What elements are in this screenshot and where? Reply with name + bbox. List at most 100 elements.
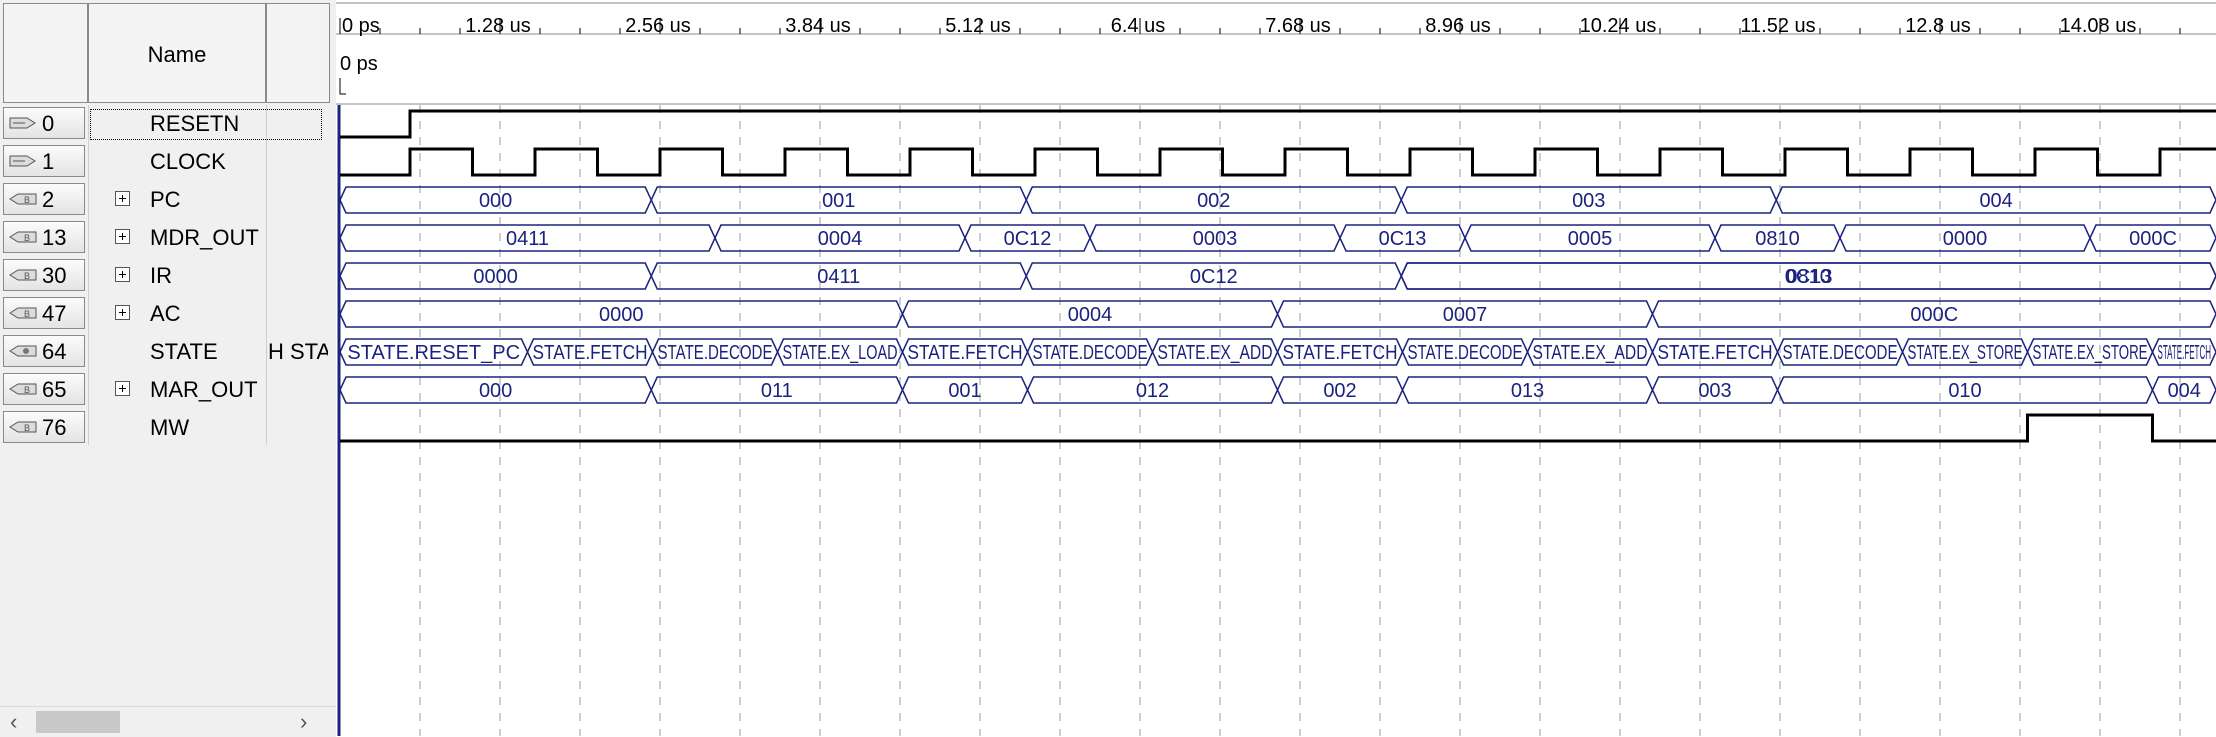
bus-value-label: 004 xyxy=(2168,380,2201,402)
bus-value-label: 0810 xyxy=(1755,228,1800,250)
time-tick-label: 6.4 us xyxy=(1111,15,1165,37)
signal-row-clock[interactable]: 1CLOCK xyxy=(0,143,336,181)
time-gridlines xyxy=(339,105,2180,736)
signal-index: 64 xyxy=(42,339,66,365)
signal-index-cell[interactable]: 0 xyxy=(3,107,85,139)
time-tick-label: 0 ps xyxy=(342,15,380,37)
bus-value-label: 002 xyxy=(1197,190,1230,212)
scroll-left-icon[interactable]: ‹ xyxy=(10,709,17,735)
signal-row-pc[interactable]: B2PC xyxy=(0,181,336,219)
bus-value-label: 000C xyxy=(1910,304,1958,326)
bus-value-label: STATE.FETCH xyxy=(1283,342,1398,364)
signal-name-cell[interactable]: MDR_OUT xyxy=(92,219,322,257)
signal-row-ir[interactable]: B30IR xyxy=(0,257,336,295)
bus-value-label: STATE.EX_STORE xyxy=(2033,342,2148,364)
bus-value-label: 011 xyxy=(761,380,793,402)
bus-value-label: 0411 xyxy=(506,228,549,250)
signal-name: AC xyxy=(150,301,181,327)
signal-row-mar_out[interactable]: B65 MAR_OUT xyxy=(0,371,336,409)
signal-index: 2 xyxy=(42,187,54,213)
expand-plus-icon[interactable] xyxy=(115,191,130,206)
signal-index-cell[interactable]: 1 xyxy=(3,145,85,177)
wave-clock xyxy=(340,149,2216,175)
signal-index: 0 xyxy=(42,111,54,137)
signal-index: 65 xyxy=(42,377,66,403)
bus-value-label: 0007 xyxy=(1443,304,1488,326)
signal-index-cell[interactable]: 64 xyxy=(3,335,85,367)
time-tick-label: 3.84 us xyxy=(785,15,851,37)
expand-plus-icon[interactable] xyxy=(115,305,130,320)
signal-index-cell[interactable]: B47 xyxy=(3,297,85,329)
output-pin-icon: B xyxy=(9,191,37,207)
output-pin-icon: B xyxy=(9,419,37,435)
wave-mdr_out: 041100040C1200030C13000508100000000C xyxy=(340,225,2216,251)
input-pin-icon xyxy=(9,153,37,169)
wave-ir: 000004110C120C130810 xyxy=(340,263,2216,289)
signal-index-cell[interactable]: B30 xyxy=(3,259,85,291)
svg-text:B: B xyxy=(24,423,30,433)
input-pin-icon xyxy=(9,115,37,131)
scrollbar-thumb[interactable] xyxy=(36,711,120,733)
bus-value-label: 0004 xyxy=(1068,304,1113,326)
signal-name-cell[interactable]: CLOCK xyxy=(92,143,322,181)
time-tick-label: 2.56 us xyxy=(625,15,691,37)
waveform-display[interactable]: 0 ps1.28 us2.56 us3.84 us5.12 us6.4 us7.… xyxy=(336,0,2216,736)
bus-value-label: STATE.DECODE xyxy=(658,342,773,364)
signal-index-cell[interactable]: B65 xyxy=(3,373,85,405)
bus-value-label: STATE.RESET_PC xyxy=(347,342,520,364)
bus-value-label: 0000 xyxy=(473,266,518,288)
value-column-header[interactable] xyxy=(266,3,330,103)
bus-value-label: STATE.EX_ADD xyxy=(1158,342,1273,364)
time-tick-label: 10.24 us xyxy=(1580,15,1657,37)
expand-plus-icon[interactable] xyxy=(115,267,130,282)
bit-trace xyxy=(340,415,2216,441)
cursor-time-label: 0 ps xyxy=(340,53,378,75)
bus-value-label: 002 xyxy=(1323,380,1356,402)
bus-value-label: STATE.DECODE xyxy=(1783,342,1898,364)
bus-value-label: 001 xyxy=(822,190,855,212)
index-column-header[interactable] xyxy=(3,3,88,103)
signal-name: MDR_OUT xyxy=(150,225,259,251)
bus-value-label: 000C xyxy=(2129,228,2177,250)
horizontal-scrollbar[interactable]: ‹ › xyxy=(0,706,336,737)
signal-name-cell[interactable]: AC xyxy=(92,295,322,333)
expand-plus-icon[interactable] xyxy=(115,229,130,244)
signal-index-cell[interactable]: B 76 xyxy=(3,411,85,443)
signal-name-cell[interactable]: MAR_OUT xyxy=(92,371,322,409)
bus-value-label: STATE.FETCH xyxy=(908,342,1023,364)
bus-value-label: 012 xyxy=(1136,380,1169,402)
bus-value-label: 004 xyxy=(1979,190,2012,212)
time-tick-label: 7.68 us xyxy=(1265,15,1331,37)
signal-row-mw[interactable]: B 76 MW xyxy=(0,409,336,447)
signal-index-cell[interactable]: B2 xyxy=(3,183,85,215)
time-ruler: 0 ps1.28 us2.56 us3.84 us5.12 us6.4 us7.… xyxy=(336,0,2216,105)
bus-value-label: 0000 xyxy=(599,304,644,326)
bus-value-label: 0411 xyxy=(817,266,860,288)
bus-value-label: 000 xyxy=(479,380,512,402)
signal-name: PC xyxy=(150,187,181,213)
bus-value-label: STATE.FETCH xyxy=(533,342,648,364)
signal-name-cell[interactable]: PC xyxy=(92,181,322,219)
signal-row-mdr_out[interactable]: B13 MDR_OUT xyxy=(0,219,336,257)
output-pin-icon: B xyxy=(9,305,37,321)
signal-name-cell[interactable]: IR xyxy=(92,257,322,295)
bus-value-label: 0003 xyxy=(1193,228,1238,250)
name-column-header[interactable]: Name xyxy=(88,3,266,103)
scroll-right-icon[interactable]: › xyxy=(300,709,307,735)
signal-row-ac[interactable]: B47 AC xyxy=(0,295,336,333)
wave-mw xyxy=(340,415,2216,441)
signal-name-panel: Name 0RESETN1CLOCKB2PCB13MDR_OUTB30IRB47… xyxy=(0,0,336,736)
time-tick-label: 14.08 us xyxy=(2060,15,2137,37)
signal-index-cell[interactable]: B13 xyxy=(3,221,85,253)
bus-value-label: 003 xyxy=(1572,190,1605,212)
bus-value-label: 001 xyxy=(948,380,981,402)
signal-name: MAR_OUT xyxy=(150,377,258,403)
time-tick-label: 1.28 us xyxy=(465,15,531,37)
expand-plus-icon[interactable] xyxy=(115,381,130,396)
bus-value-label: STATE.EX_STORE xyxy=(1908,342,2023,364)
signal-index: 76 xyxy=(42,415,66,441)
signal-name-cell[interactable]: MW xyxy=(92,409,322,447)
signal-index: 13 xyxy=(42,225,66,251)
signal-row-state[interactable]: 64STATEH STATE xyxy=(0,333,336,371)
svg-text:B: B xyxy=(24,195,30,205)
